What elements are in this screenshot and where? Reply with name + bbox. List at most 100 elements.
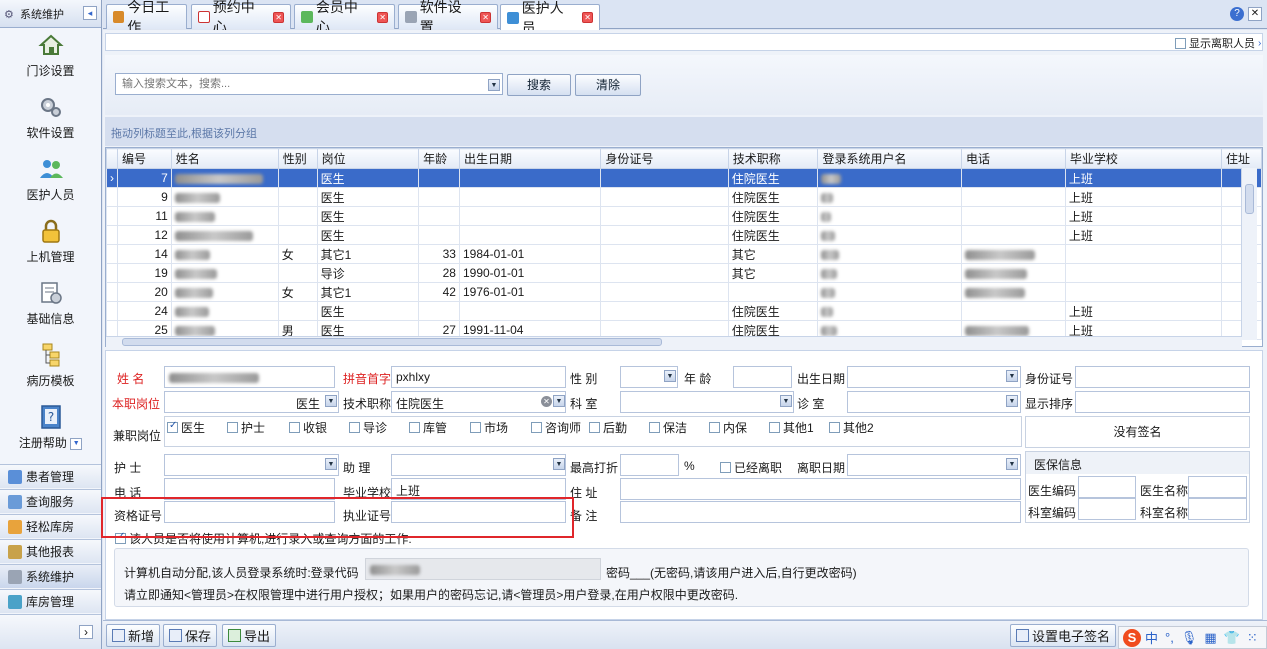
- chevron-down-icon[interactable]: ▼: [325, 395, 337, 407]
- save-button[interactable]: 保存: [163, 624, 218, 647]
- col-header-title[interactable]: 技术职称: [727, 148, 819, 169]
- col-header-school[interactable]: 毕业学校: [1064, 148, 1223, 169]
- depart-date-select[interactable]: [847, 454, 1021, 476]
- col-header-post[interactable]: 岗位: [316, 148, 420, 169]
- role-checkbox-7[interactable]: 后勤: [589, 419, 627, 436]
- post-select[interactable]: 医生: [164, 391, 339, 413]
- chevron-right-icon[interactable]: ›: [79, 625, 93, 639]
- sidebar-nav-other-reports[interactable]: 其他报表: [0, 539, 101, 563]
- dept-code-field[interactable]: [1078, 498, 1136, 520]
- checkbox[interactable]: [589, 422, 600, 433]
- role-checkbox-2[interactable]: 收银: [289, 419, 327, 436]
- doc-name-field[interactable]: [1188, 476, 1247, 498]
- role-checkbox-5[interactable]: 市场: [470, 419, 508, 436]
- help-icon[interactable]: ?: [1230, 7, 1244, 21]
- role-checkbox-9[interactable]: 内保: [709, 419, 747, 436]
- chevron-down-icon[interactable]: ▼: [70, 437, 83, 450]
- role-checkbox-10[interactable]: 其他1: [769, 419, 814, 436]
- checkbox[interactable]: [227, 422, 238, 433]
- chevron-down-icon[interactable]: ▼: [1006, 395, 1018, 407]
- checkbox[interactable]: [649, 422, 660, 433]
- sidebar-nav-patient-management[interactable]: 患者管理: [0, 464, 101, 488]
- table-row[interactable]: 20 女其它1 42 1976-01-01: [106, 282, 1262, 302]
- role-checkbox-6[interactable]: 咨询师: [531, 419, 581, 436]
- sidebar-item-basic-info[interactable]: 基础信息: [0, 280, 101, 342]
- col-header-gender[interactable]: 性别: [277, 148, 318, 169]
- sidebar-nav-warehouse-management[interactable]: 库房管理: [0, 589, 101, 613]
- table-row[interactable]: 24 医生 住院医生 上班: [106, 301, 1262, 321]
- role-checkbox-0[interactable]: 医生: [167, 419, 205, 436]
- address-field[interactable]: [620, 478, 1021, 500]
- sidebar-item-registration-help[interactable]: ? 注册帮助 ▼: [0, 404, 101, 466]
- scroll-thumb[interactable]: [122, 338, 662, 346]
- checkbox[interactable]: [349, 422, 360, 433]
- col-header-idcard[interactable]: 身份证号: [600, 148, 729, 169]
- nurse-select[interactable]: [164, 454, 339, 476]
- sidebar-item-medical-staff[interactable]: 医护人员: [0, 156, 101, 218]
- col-header-name[interactable]: 姓名: [170, 148, 279, 169]
- table-row[interactable]: 9 医生 住院医生 上班: [106, 187, 1262, 207]
- table-row[interactable]: 11 医生 住院医生 上班: [106, 206, 1262, 226]
- table-row[interactable]: 19 导诊 28 1990-01-01 其它: [106, 263, 1262, 283]
- tab-software-settings[interactable]: 软件设置 ✕: [398, 0, 498, 35]
- tab-member-center[interactable]: 会员中心 ✕: [294, 0, 395, 35]
- set-signature-button[interactable]: 设置电子签名: [1010, 624, 1117, 647]
- col-header-phone[interactable]: 电话: [961, 148, 1066, 169]
- role-checkbox-4[interactable]: 库管: [409, 419, 447, 436]
- chevron-down-icon[interactable]: ▼: [780, 395, 792, 407]
- chevron-down-icon[interactable]: ▼: [488, 79, 500, 91]
- checkbox[interactable]: [470, 422, 481, 433]
- search-button[interactable]: 搜索: [507, 74, 571, 96]
- idcard-field[interactable]: [1075, 366, 1250, 388]
- birth-date-select[interactable]: [847, 366, 1021, 388]
- assistant-select[interactable]: [391, 454, 566, 476]
- grid-icon[interactable]: ⁙: [1247, 630, 1258, 646]
- doc-code-field[interactable]: [1078, 476, 1136, 498]
- chevron-down-icon[interactable]: ▼: [325, 458, 337, 470]
- title-select[interactable]: 住院医生: [391, 391, 566, 413]
- sidebar-item-login-management[interactable]: 上机管理: [0, 218, 101, 280]
- keyboard-icon[interactable]: ▦: [1204, 630, 1216, 646]
- role-checkbox-1[interactable]: 护士: [227, 419, 265, 436]
- departed-checkbox[interactable]: [720, 462, 731, 473]
- sidebar-item-record-template[interactable]: 病历模板: [0, 342, 101, 404]
- ime-lang[interactable]: 中: [1145, 628, 1158, 647]
- chevron-down-icon[interactable]: ▼: [1006, 458, 1018, 470]
- remark-field[interactable]: [620, 501, 1021, 523]
- chevron-down-icon[interactable]: ▼: [664, 370, 676, 382]
- table-row[interactable]: › 7 医生 住院医生 上班: [106, 168, 1262, 188]
- pinyin-field[interactable]: pxhlxy: [391, 366, 566, 388]
- checkbox[interactable]: [709, 422, 720, 433]
- sidebar-nav-easy-warehouse[interactable]: 轻松库房: [0, 514, 101, 538]
- checkbox[interactable]: [409, 422, 420, 433]
- sidebar-item-clinic-settings[interactable]: 门诊设置: [0, 32, 101, 94]
- punctuation-icon[interactable]: °,: [1165, 630, 1174, 645]
- close-icon[interactable]: ✕: [480, 11, 491, 23]
- role-checkbox-3[interactable]: 导诊: [349, 419, 387, 436]
- sidebar-nav-query-service[interactable]: 查询服务: [0, 489, 101, 513]
- checkbox[interactable]: [769, 422, 780, 433]
- name-field[interactable]: [164, 366, 335, 388]
- chevron-down-icon[interactable]: ▼: [1006, 370, 1018, 382]
- chevron-down-icon[interactable]: ▼: [553, 458, 565, 470]
- age-field[interactable]: [733, 366, 792, 388]
- tab-medical-staff[interactable]: 医护人员 ✕: [500, 0, 600, 36]
- tab-today-work[interactable]: 今日工作: [106, 0, 187, 35]
- col-header-address[interactable]: 住址: [1221, 148, 1262, 169]
- export-button[interactable]: 导出: [222, 624, 277, 647]
- search-input[interactable]: [115, 73, 503, 95]
- dept-name-field[interactable]: [1188, 498, 1247, 520]
- vertical-scrollbar[interactable]: [1241, 168, 1257, 340]
- collapse-button[interactable]: ◂: [83, 6, 97, 20]
- order-field[interactable]: [1075, 391, 1250, 413]
- show-departed-checkbox[interactable]: [1175, 37, 1186, 49]
- show-departed-toggle[interactable]: 显示离职人员 ›: [1175, 35, 1261, 51]
- departed-toggle[interactable]: 已经离职: [720, 459, 782, 476]
- clear-icon[interactable]: ✕: [541, 396, 552, 407]
- sidebar-item-software-settings[interactable]: 软件设置: [0, 94, 101, 156]
- sidebar-nav-system-maintenance[interactable]: 系统维护: [0, 564, 101, 588]
- add-button[interactable]: 新增: [106, 624, 161, 647]
- close-icon[interactable]: ✕: [377, 11, 388, 23]
- table-row[interactable]: 14 女其它1 33 1984-01-01 其它: [106, 244, 1262, 264]
- col-header-id[interactable]: 编号: [117, 148, 172, 169]
